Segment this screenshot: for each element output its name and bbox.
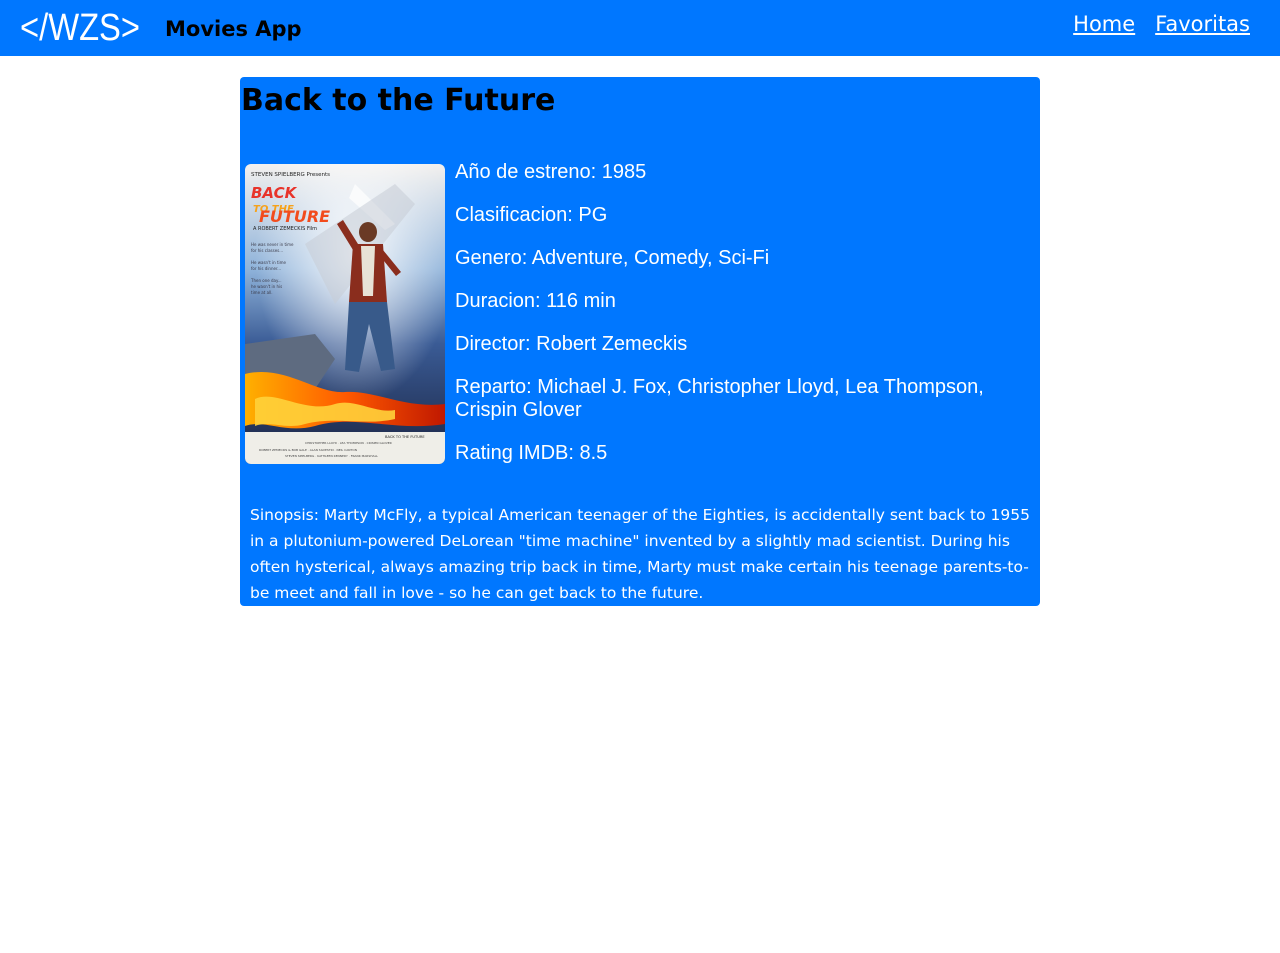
nav-links: Home Favoritas (1073, 9, 1250, 39)
svg-text:ROBERT ZEMECKIS & BOB GALE · A: ROBERT ZEMECKIS & BOB GALE · ALAN SILVES… (259, 448, 357, 452)
movie-poster: STEVEN SPIELBERG Presents BACK TO THE FU… (245, 164, 445, 464)
svg-text:He was never in time: He was never in time (251, 242, 294, 247)
svg-text:for his dinner...: for his dinner... (251, 266, 281, 271)
svg-text:BACK: BACK (251, 184, 298, 202)
wzs-logo[interactable]: </WZS> (20, 7, 142, 49)
svg-text:he wasn't in his: he wasn't in his (251, 284, 282, 289)
movie-card: Back to the Future STEVEN SPIELBERG Pres… (240, 77, 1040, 606)
top-navbar: </WZS> Movies App Home Favoritas (0, 0, 1280, 56)
movie-details: Año de estreno: 1985 Clasificacion: PG G… (455, 161, 1030, 485)
svg-text:FUTURE: FUTURE (259, 207, 330, 226)
nav-link-home[interactable]: Home (1073, 9, 1135, 39)
detail-release-year: Año de estreno: 1985 (455, 161, 647, 183)
poster-image: STEVEN SPIELBERG Presents BACK TO THE FU… (245, 164, 445, 464)
svg-text:for his classes...: for his classes... (251, 248, 283, 253)
detail-director: Director: Robert Zemeckis (455, 333, 688, 355)
svg-text:He wasn't in time: He wasn't in time (251, 260, 287, 265)
detail-rating-classification: Clasificacion: PG (455, 204, 608, 226)
svg-text:STEVEN SPIELBERG · KATHLEEN KE: STEVEN SPIELBERG · KATHLEEN KENNEDY · FR… (285, 454, 378, 458)
logo-text: </WZS> (20, 7, 140, 49)
detail-genre: Genero: Adventure, Comedy, Sci-Fi (455, 247, 770, 269)
app-title: Movies App (165, 17, 302, 41)
detail-imdb-rating: Rating IMDB: 8.5 (455, 442, 608, 464)
nav-link-favoritas[interactable]: Favoritas (1155, 9, 1250, 39)
svg-text:Then one day...: Then one day... (250, 278, 282, 283)
svg-text:A ROBERT ZEMECKIS Film: A ROBERT ZEMECKIS Film (253, 226, 317, 232)
svg-text:time at all.: time at all. (251, 290, 273, 295)
svg-text:STEVEN SPIELBERG Presents: STEVEN SPIELBERG Presents (251, 172, 330, 178)
movie-synopsis: Sinopsis: Marty McFly, a typical America… (250, 506, 1030, 602)
detail-duration: Duracion: 116 min (455, 290, 616, 312)
detail-cast: Reparto: Michael J. Fox, Christopher Llo… (455, 376, 984, 421)
poster-title-text: BACK TO THE FUTURE (385, 435, 425, 439)
svg-text:CHRISTOPHER LLOYD · LEA THOMPS: CHRISTOPHER LLOYD · LEA THOMPSON · CRISP… (305, 441, 392, 445)
movie-title: Back to the Future (241, 83, 556, 118)
